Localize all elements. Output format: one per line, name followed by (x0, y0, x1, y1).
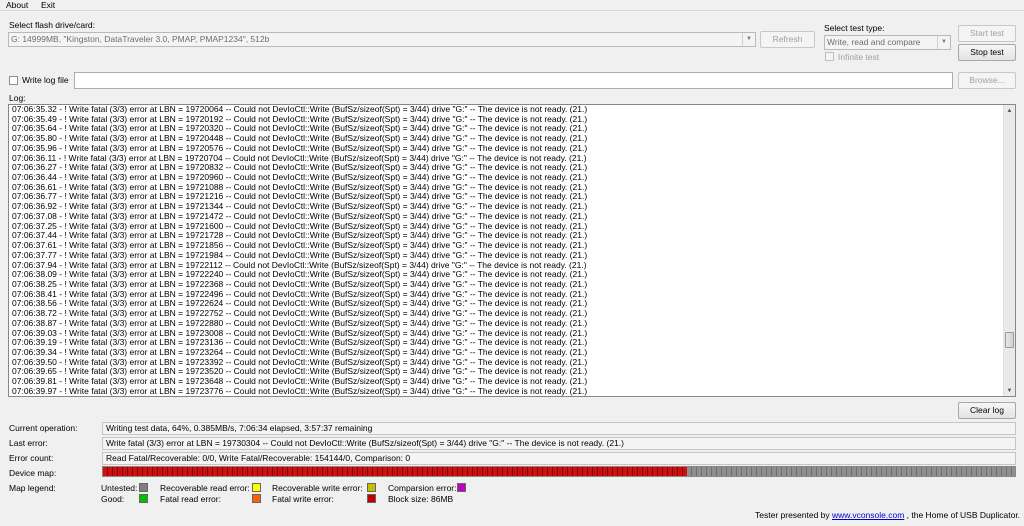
legend-recoverable-write-swatch (367, 483, 376, 492)
current-operation-value: Writing test data, 64%, 0.385MB/s, 7:06:… (102, 422, 1016, 435)
chevron-down-icon[interactable]: ▼ (937, 36, 950, 49)
log-line: 07:06:39.97 - ! Write fatal (3/3) error … (12, 385, 588, 396)
footer-credit: Tester presented by www.vconsole.com , t… (755, 510, 1020, 520)
write-log-label: Write log file (22, 75, 69, 85)
legend-fatal-read-label: Fatal read error: (160, 494, 221, 504)
scrollbar-thumb[interactable] (1005, 332, 1014, 348)
legend-recoverable-read-label: Recoverable read error: (160, 483, 250, 493)
drive-select-label: Select flash drive/card: (9, 20, 95, 30)
footer-prefix: Tester presented by (755, 510, 833, 520)
last-error-value: Write fatal (3/3) error at LBN = 1973030… (102, 437, 1016, 450)
device-map-tested (103, 467, 687, 476)
legend-comparison-swatch (457, 483, 466, 492)
test-type-value: Write, read and compare (827, 37, 921, 47)
legend-good-swatch (139, 494, 148, 503)
infinite-test-label: Infinite test (838, 52, 880, 62)
drive-select[interactable]: G: 14999MB, "Kingston, DataTraveler 3.0,… (8, 32, 756, 47)
test-type-select[interactable]: Write, read and compare ▼ (824, 35, 951, 50)
clear-log-button[interactable]: Clear log (958, 402, 1016, 419)
legend-recoverable-read-swatch (252, 483, 261, 492)
log-list[interactable]: 07:06:35.32 - ! Write fatal (3/3) error … (8, 104, 1016, 397)
stop-test-button[interactable]: Stop test (958, 44, 1016, 61)
test-type-label: Select test type: (824, 23, 885, 33)
legend-fatal-write-label: Fatal write error: (272, 494, 334, 504)
error-count-value: Read Fatal/Recoverable: 0/0, Write Fatal… (102, 452, 1016, 465)
legend-untested-label: Untested: (101, 483, 138, 493)
drive-select-value: G: 14999MB, "Kingston, DataTraveler 3.0,… (11, 34, 270, 44)
footer-suffix: , the Home of USB Duplicator. (904, 510, 1021, 520)
refresh-button[interactable]: Refresh (760, 31, 815, 48)
log-lines: 07:06:35.32 - ! Write fatal (3/3) error … (12, 105, 588, 396)
current-operation-label: Current operation: (9, 423, 78, 433)
browse-button[interactable]: Browse... (958, 72, 1016, 89)
scroll-down-icon[interactable]: ▼ (1004, 385, 1015, 396)
chevron-down-icon[interactable]: ▼ (742, 33, 755, 46)
legend-recoverable-write-label: Recoverable write error: (272, 483, 363, 493)
legend-fatal-write-swatch (367, 494, 376, 503)
device-map-label: Device map: (9, 468, 57, 478)
write-log-checkbox[interactable] (9, 76, 18, 85)
legend-good-label: Good: (101, 494, 125, 504)
menu-about[interactable]: About (6, 0, 28, 11)
legend-untested-swatch (139, 483, 148, 492)
legend-fatal-read-swatch (252, 494, 261, 503)
menu-exit[interactable]: Exit (41, 0, 55, 11)
log-label: Log: (9, 93, 26, 103)
error-count-label: Error count: (9, 453, 54, 463)
block-size-label: Block size: 86MB (388, 494, 454, 504)
infinite-test-checkbox[interactable] (825, 52, 834, 61)
start-test-button[interactable]: Start test (958, 25, 1016, 42)
log-file-path-input[interactable] (74, 72, 953, 89)
scroll-up-icon[interactable]: ▲ (1004, 105, 1015, 116)
last-error-label: Last error: (9, 438, 48, 448)
map-legend-label: Map legend: (9, 483, 56, 493)
vconsole-link[interactable]: www.vconsole.com (832, 510, 904, 520)
device-map (102, 466, 1016, 477)
legend-comparison-label: Comparsion error: (388, 483, 457, 493)
log-scrollbar[interactable]: ▲ ▼ (1003, 105, 1015, 396)
menu-bar: About Exit (0, 0, 1024, 11)
device-map-untested (686, 467, 1015, 476)
